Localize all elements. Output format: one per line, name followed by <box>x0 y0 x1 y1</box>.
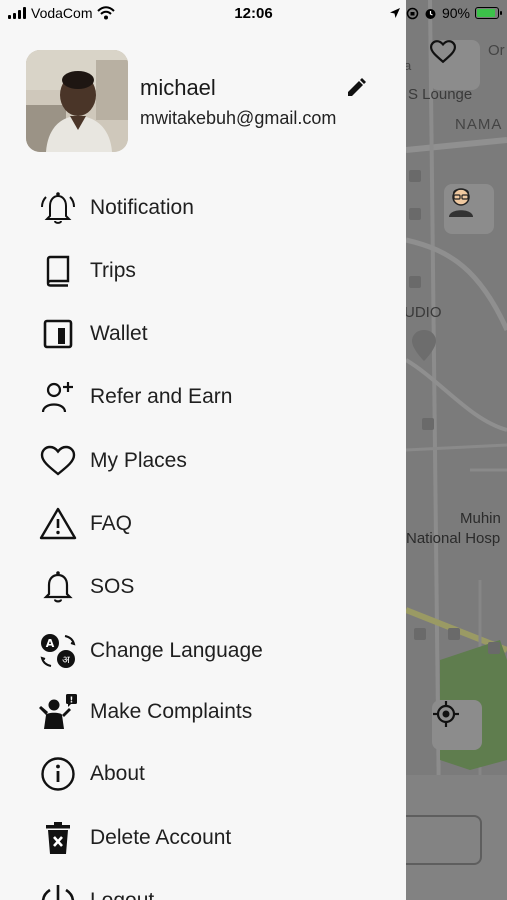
menu-item-label: Refer and Earn <box>90 385 233 408</box>
driver-avatar-icon <box>449 188 473 217</box>
bell-icon <box>38 567 78 607</box>
info-icon <box>38 754 78 794</box>
menu-item-label: Change Language <box>90 639 263 662</box>
menu-item-label: Trips <box>90 259 136 282</box>
power-icon <box>38 881 78 900</box>
menu-item-label: Delete Account <box>90 826 232 849</box>
favorite-button[interactable] <box>430 40 480 90</box>
heart-icon <box>38 441 78 481</box>
menu-item-sos[interactable]: SOS <box>0 559 406 615</box>
profile-photo <box>26 50 128 152</box>
menu-item-label: Make Complaints <box>90 700 253 723</box>
status-bar-right: 90% <box>389 5 502 21</box>
warning-icon <box>38 504 78 544</box>
menu-item-label: FAQ <box>90 512 133 535</box>
menu-item-label: Notification <box>90 196 194 219</box>
menu-item-label: About <box>90 762 145 785</box>
location-arrow-icon <box>389 8 400 18</box>
driver-button[interactable] <box>444 184 494 234</box>
menu-item-change-language[interactable]: A अ Change Language <box>0 623 406 679</box>
battery-icon <box>475 7 502 19</box>
edit-profile-button[interactable] <box>344 76 368 100</box>
complaint-icon: ! <box>38 692 78 732</box>
svg-text:A: A <box>46 637 55 650</box>
heart-icon <box>430 40 456 64</box>
book-icon <box>38 251 78 291</box>
status-bar: VodaCom 12:06 90% <box>0 0 507 28</box>
menu-item-label: Wallet <box>90 322 148 345</box>
menu-item-notification[interactable]: Notification <box>0 180 406 236</box>
orientation-lock-icon <box>406 7 419 19</box>
svg-text:अ: अ <box>62 655 70 666</box>
menu-item-my-places[interactable]: My Places <box>0 433 406 489</box>
menu-item-refer-and-earn[interactable]: Refer and Earn <box>0 369 406 425</box>
battery-level <box>477 9 495 17</box>
menu-item-logout[interactable]: Logout <box>0 873 406 900</box>
crosshair-icon <box>433 701 459 727</box>
my-location-button[interactable] <box>432 700 482 750</box>
battery-percent: 90% <box>441 5 470 21</box>
menu-item-make-complaints[interactable]: ! Make Complaints <box>0 684 406 740</box>
map-label: Or <box>488 42 505 59</box>
map-label: UDIO <box>404 304 442 321</box>
pencil-icon <box>348 78 366 96</box>
avatar[interactable] <box>26 50 128 152</box>
map-label: NAMA <box>455 116 503 133</box>
translate-icon: A अ <box>38 631 78 671</box>
navigation-drawer: michael mwitakebuh@gmail.com Notificatio… <box>0 0 406 900</box>
menu-item-label: My Places <box>90 449 187 472</box>
profile-name: michael <box>140 75 216 100</box>
menu-item-delete-account[interactable]: Delete Account <box>0 810 406 866</box>
trash-icon <box>38 818 78 858</box>
menu-item-wallet[interactable]: Wallet <box>0 306 406 362</box>
menu-item-label: SOS <box>90 575 135 598</box>
user-add-icon <box>38 377 78 417</box>
profile-header: michael mwitakebuh@gmail.com <box>26 50 386 152</box>
map-label: National Hosp <box>406 530 501 547</box>
menu-item-faq[interactable]: FAQ <box>0 496 406 552</box>
wallet-icon <box>38 314 78 354</box>
bell-ringing-icon <box>38 188 78 228</box>
menu-item-about[interactable]: About <box>0 746 406 802</box>
alarm-icon <box>425 8 436 19</box>
map-label: Muhin <box>460 510 501 527</box>
profile-email: mwitakebuh@gmail.com <box>140 108 337 128</box>
menu-item-label: Logout <box>90 889 154 900</box>
menu-item-trips[interactable]: Trips <box>0 243 406 299</box>
svg-text:!: ! <box>70 696 74 705</box>
